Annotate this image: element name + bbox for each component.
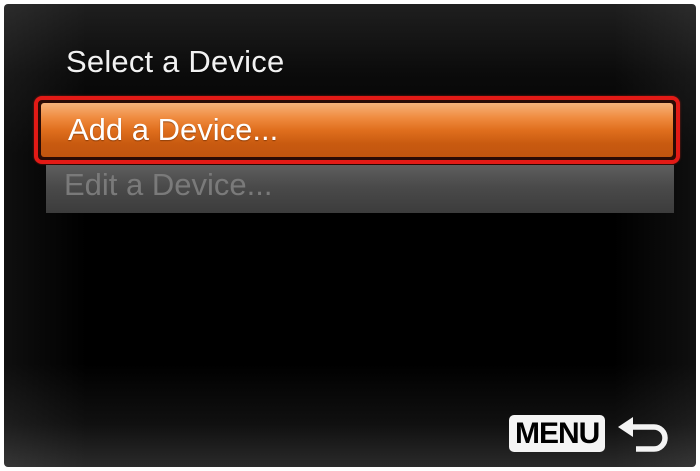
device-menu-list: Add a Device... Edit a Device... (34, 96, 680, 213)
menu-item-label: Add a Device... (68, 112, 279, 147)
menu-button-label: MENU (515, 416, 600, 450)
menu-button[interactable]: MENU (509, 415, 606, 452)
page-title: Select a Device (66, 44, 285, 79)
return-arrow-icon (618, 417, 668, 452)
menu-item-add-device[interactable]: Add a Device... (34, 96, 680, 164)
menu-item-edit-device: Edit a Device... (46, 165, 674, 213)
camera-screen: Select a Device Add a Device... Edit a D… (4, 4, 696, 467)
menu-item-label: Edit a Device... (64, 167, 273, 202)
